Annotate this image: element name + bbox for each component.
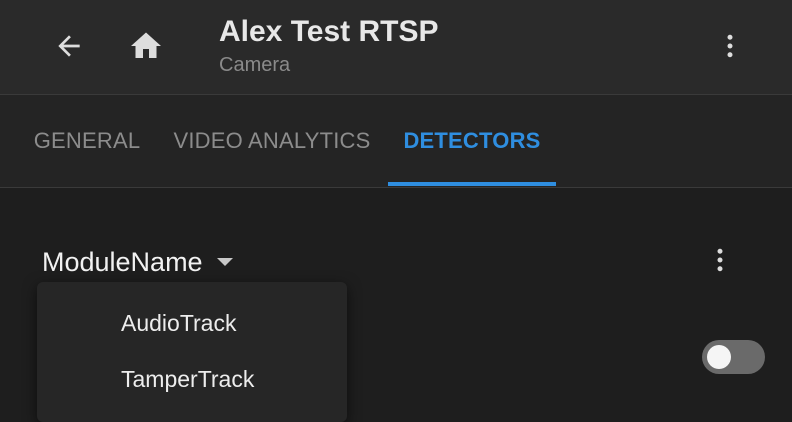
module-name-label: ModuleName	[42, 246, 203, 277]
module-name-select[interactable]: ModuleName	[32, 236, 243, 288]
toggle-knob	[707, 345, 731, 369]
home-button[interactable]	[122, 22, 170, 70]
page-title: Alex Test RTSP	[219, 15, 439, 48]
tab-general[interactable]: GENERAL	[20, 95, 154, 187]
active-tab-indicator	[388, 182, 556, 186]
tab-bar: GENERAL VIDEO ANALYTICS DETECTORS	[0, 95, 792, 188]
dropdown-option-tampertrack[interactable]: TamperTrack	[121, 357, 254, 401]
page-subtitle: Camera	[219, 54, 291, 76]
module-dropdown-menu: AudioTrack TamperTrack	[37, 282, 347, 422]
arrow-left-icon	[58, 35, 80, 57]
title-block: Alex Test RTSP Camera	[219, 12, 439, 78]
app-bar: Alex Test RTSP Camera	[0, 0, 792, 95]
more-vertical-icon	[717, 248, 723, 272]
tab-video-analytics[interactable]: VIDEO ANALYTICS	[164, 95, 380, 187]
dropdown-option-audiotrack[interactable]: AudioTrack	[121, 301, 236, 345]
home-icon	[131, 32, 161, 58]
header-more-button[interactable]	[706, 22, 754, 70]
module-more-button[interactable]	[696, 236, 744, 284]
caret-down-icon	[216, 258, 233, 266]
tab-detectors[interactable]: DETECTORS	[388, 95, 556, 187]
detector-toggle[interactable]	[702, 340, 765, 374]
back-button[interactable]	[45, 22, 93, 70]
more-vertical-icon	[727, 34, 733, 58]
